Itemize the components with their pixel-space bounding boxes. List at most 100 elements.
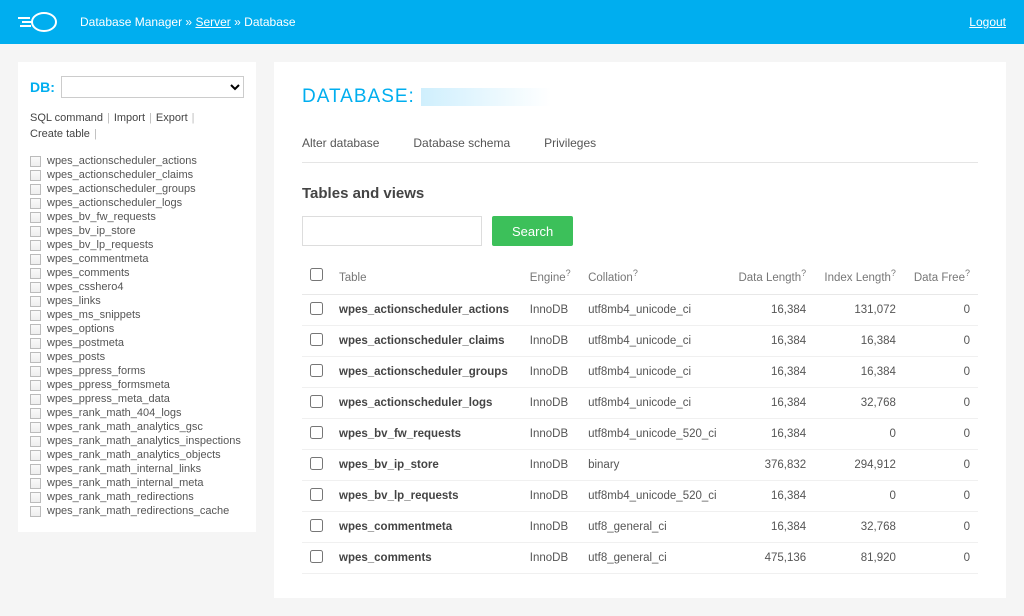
page-title: DATABASE: — [302, 86, 978, 108]
cell-data-free: 0 — [904, 543, 978, 574]
sidebar-table-item[interactable]: wpes_links — [30, 294, 244, 308]
cell-table[interactable]: wpes_actionscheduler_actions — [331, 295, 522, 326]
table-icon — [30, 198, 41, 209]
cell-data-length: 16,384 — [728, 326, 814, 357]
sidebar-table-item[interactable]: wpes_options — [30, 322, 244, 336]
sidebar-table-item[interactable]: wpes_actionscheduler_logs — [30, 196, 244, 210]
breadcrumb-server[interactable]: Server — [195, 15, 230, 29]
cell-collation: utf8_general_ci — [580, 543, 728, 574]
table-icon — [30, 282, 41, 293]
sidebar-table-label: wpes_options — [47, 323, 114, 335]
sidebar-table-item[interactable]: wpes_rank_math_internal_links — [30, 462, 244, 476]
sidebar-table-item[interactable]: wpes_posts — [30, 350, 244, 364]
table-icon — [30, 254, 41, 265]
cell-table[interactable]: wpes_actionscheduler_groups — [331, 357, 522, 388]
sidebar-table-item[interactable]: wpes_actionscheduler_actions — [30, 154, 244, 168]
export-link[interactable]: Export — [156, 112, 188, 124]
table-icon — [30, 394, 41, 405]
sidebar-table-item[interactable]: wpes_ppress_formsmeta — [30, 378, 244, 392]
sidebar-table-label: wpes_bv_ip_store — [47, 225, 136, 237]
cell-data-length: 475,136 — [728, 543, 814, 574]
col-engine[interactable]: Engine? — [522, 258, 580, 295]
table-icon — [30, 492, 41, 503]
cell-table[interactable]: wpes_bv_lp_requests — [331, 481, 522, 512]
sidebar-table-label: wpes_rank_math_internal_links — [47, 463, 201, 475]
col-table[interactable]: Table — [331, 258, 522, 295]
sidebar-table-item[interactable]: wpes_commentmeta — [30, 252, 244, 266]
sidebar-table-item[interactable]: wpes_ppress_forms — [30, 364, 244, 378]
col-collation[interactable]: Collation? — [580, 258, 728, 295]
sidebar-table-item[interactable]: wpes_rank_math_redirections — [30, 490, 244, 504]
sidebar-table-label: wpes_actionscheduler_actions — [47, 155, 197, 167]
col-data-free[interactable]: Data Free? — [904, 258, 978, 295]
sidebar-table-list: wpes_actionscheduler_actionswpes_actions… — [30, 154, 244, 518]
sidebar-table-item[interactable]: wpes_rank_math_internal_meta — [30, 476, 244, 490]
row-checkbox[interactable] — [310, 395, 323, 408]
sidebar-table-item[interactable]: wpes_rank_math_analytics_gsc — [30, 420, 244, 434]
col-index-length[interactable]: Index Length? — [814, 258, 904, 295]
table-icon — [30, 436, 41, 447]
sidebar-table-label: wpes_links — [47, 295, 101, 307]
tab-database-schema[interactable]: Database schema — [413, 136, 510, 150]
cell-table[interactable]: wpes_bv_fw_requests — [331, 419, 522, 450]
cell-index-length: 0 — [814, 481, 904, 512]
cell-engine: InnoDB — [522, 481, 580, 512]
sidebar-table-item[interactable]: wpes_postmeta — [30, 336, 244, 350]
sidebar-table-label: wpes_rank_math_analytics_inspections — [47, 435, 241, 447]
sidebar-table-item[interactable]: wpes_actionscheduler_groups — [30, 182, 244, 196]
sidebar-table-item[interactable]: wpes_bv_ip_store — [30, 224, 244, 238]
select-all-checkbox[interactable] — [310, 268, 323, 281]
row-checkbox[interactable] — [310, 457, 323, 470]
cell-engine: InnoDB — [522, 450, 580, 481]
col-data-length[interactable]: Data Length? — [728, 258, 814, 295]
sidebar-table-item[interactable]: wpes_comments — [30, 266, 244, 280]
sidebar-table-item[interactable]: wpes_actionscheduler_claims — [30, 168, 244, 182]
row-checkbox[interactable] — [310, 302, 323, 315]
sidebar-table-item[interactable]: wpes_rank_math_analytics_objects — [30, 448, 244, 462]
sidebar-table-label: wpes_actionscheduler_groups — [47, 183, 196, 195]
sidebar-actions: SQL command| Import| Export| Create tabl… — [30, 112, 244, 140]
sql-command-link[interactable]: SQL command — [30, 112, 103, 124]
db-name-redacted — [421, 88, 551, 106]
row-checkbox[interactable] — [310, 426, 323, 439]
sidebar-table-item[interactable]: wpes_rank_math_404_logs — [30, 406, 244, 420]
cell-table[interactable]: wpes_bv_ip_store — [331, 450, 522, 481]
row-checkbox[interactable] — [310, 519, 323, 532]
sidebar-table-item[interactable]: wpes_rank_math_redirections_cache — [30, 504, 244, 518]
import-link[interactable]: Import — [114, 112, 145, 124]
sidebar-table-item[interactable]: wpes_bv_fw_requests — [30, 210, 244, 224]
cell-table[interactable]: wpes_comments — [331, 543, 522, 574]
cell-data-free: 0 — [904, 357, 978, 388]
cell-table[interactable]: wpes_actionscheduler_logs — [331, 388, 522, 419]
table-icon — [30, 422, 41, 433]
row-checkbox[interactable] — [310, 550, 323, 563]
logout-link[interactable]: Logout — [969, 15, 1006, 29]
search-button[interactable]: Search — [492, 216, 573, 246]
sidebar-table-label: wpes_ppress_formsmeta — [47, 379, 170, 391]
sidebar-table-item[interactable]: wpes_bv_lp_requests — [30, 238, 244, 252]
table-icon — [30, 268, 41, 279]
db-select[interactable] — [61, 76, 244, 98]
cell-engine: InnoDB — [522, 326, 580, 357]
row-checkbox[interactable] — [310, 364, 323, 377]
sidebar-table-label: wpes_bv_fw_requests — [47, 211, 156, 223]
row-checkbox[interactable] — [310, 488, 323, 501]
sidebar-table-label: wpes_rank_math_404_logs — [47, 407, 182, 419]
search-input[interactable] — [302, 216, 482, 246]
sidebar-table-label: wpes_rank_math_analytics_objects — [47, 449, 221, 461]
tab-privileges[interactable]: Privileges — [544, 136, 596, 150]
sidebar-table-item[interactable]: wpes_csshero4 — [30, 280, 244, 294]
create-table-link[interactable]: Create table — [30, 128, 90, 140]
table-row: wpes_commentsInnoDButf8_general_ci475,13… — [302, 543, 978, 574]
cell-data-length: 16,384 — [728, 388, 814, 419]
cell-table[interactable]: wpes_actionscheduler_claims — [331, 326, 522, 357]
table-icon — [30, 226, 41, 237]
tab-alter-database[interactable]: Alter database — [302, 136, 379, 150]
sidebar-table-item[interactable]: wpes_ms_snippets — [30, 308, 244, 322]
table-icon — [30, 478, 41, 489]
row-checkbox[interactable] — [310, 333, 323, 346]
sidebar-table-item[interactable]: wpes_rank_math_analytics_inspections — [30, 434, 244, 448]
cell-data-free: 0 — [904, 450, 978, 481]
sidebar-table-item[interactable]: wpes_ppress_meta_data — [30, 392, 244, 406]
cell-collation: utf8mb4_unicode_ci — [580, 326, 728, 357]
